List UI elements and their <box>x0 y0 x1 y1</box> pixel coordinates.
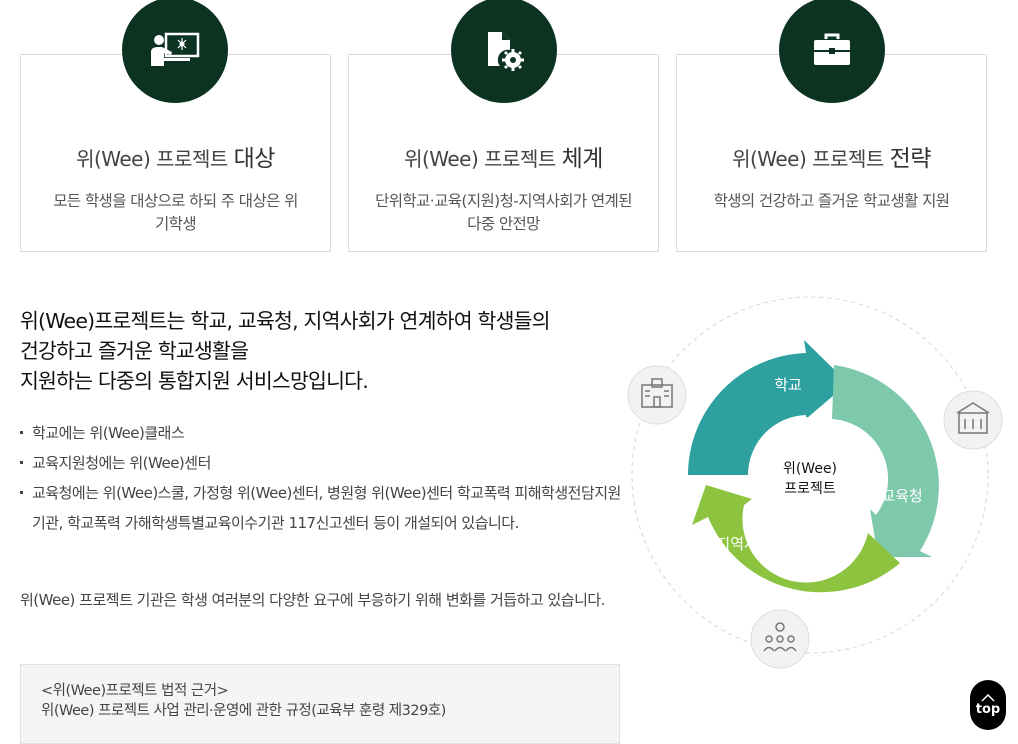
bullet-item: 교육청에는 위(Wee)스쿨, 가정형 위(Wee)센터, 병원형 위(Wee)… <box>20 478 630 538</box>
card-title-prefix: 위(Wee) 프로젝트 <box>732 147 884 171</box>
card-title-emphasis: 전략 <box>889 146 932 172</box>
legal-heading: <위(Wee)프로젝트 법적 근거> <box>41 683 229 699</box>
description-paragraph: 위(Wee) 프로젝트 기관은 학생 여러분의 다양한 요구에 부응하기 위해 … <box>20 591 605 609</box>
center-label-line2: 프로젝트 <box>784 481 836 497</box>
office-building-icon <box>943 390 1003 450</box>
card-icon-circle <box>122 0 228 103</box>
card-title-prefix: 위(Wee) 프로젝트 <box>76 147 228 171</box>
card-title: 위(Wee) 프로젝트 체계 <box>349 139 658 173</box>
segment-label-school: 학교 <box>774 376 802 394</box>
card-icon-circle <box>779 0 885 103</box>
intro-line: 건강하고 즐거운 학교생활을 <box>20 339 249 363</box>
wee-cycle-diagram: 위(Wee) 프로젝트 학교 교육청 지역사회 <box>620 295 1018 685</box>
card-description: 학생의 건강하고 즐거운 학교생활 지원 <box>713 192 950 210</box>
card-title: 위(Wee) 프로젝트 전략 <box>677 139 986 173</box>
legal-basis-box: <위(Wee)프로젝트 법적 근거> 위(Wee) 프로젝트 사업 관리·운영에… <box>20 664 620 744</box>
scroll-top-button[interactable]: top <box>970 680 1006 730</box>
scroll-top-label: top <box>975 701 1001 717</box>
segment-label-education-office: 교육청 <box>881 487 922 505</box>
bullet-item: 학교에는 위(Wee)클래스 <box>20 418 630 448</box>
document-gear-icon <box>488 32 524 71</box>
intro-line: 지원하는 다중의 통합지원 서비스망입니다. <box>20 369 369 393</box>
card-strategy: 위(Wee) 프로젝트 전략 학생의 건강하고 즐거운 학교생활 지원 <box>676 0 987 252</box>
intro-line: 위(Wee)프로젝트는 학교, 교육청, 지역사회가 연계하여 학생들의 <box>20 309 551 333</box>
center-label-line1: 위(Wee) <box>783 461 837 477</box>
card-system: 위(Wee) 프로젝트 체계 단위학교·교육(지원)청-지역사회가 연계된 다중… <box>348 0 659 252</box>
school-building-icon <box>627 365 687 425</box>
bullet-list: 학교에는 위(Wee)클래스 교육지원청에는 위(Wee)센터 교육청에는 위(… <box>20 418 630 538</box>
card-description: 단위학교·교육(지원)청-지역사회가 연계된 다중 안전망 <box>375 192 632 233</box>
bullet-item: 교육지원청에는 위(Wee)센터 <box>20 448 630 478</box>
people-group-icon <box>750 609 810 669</box>
card-title-emphasis: 대상 <box>233 146 276 172</box>
intro-headline: 위(Wee)프로젝트는 학교, 교육청, 지역사회가 연계하여 학생들의 건강하… <box>20 306 630 396</box>
card-title-prefix: 위(Wee) 프로젝트 <box>404 147 556 171</box>
teacher-board-icon <box>151 32 200 66</box>
segment-label-community: 지역사회 <box>716 535 771 553</box>
card-target: 위(Wee) 프로젝트 대상 모든 학생을 대상으로 하되 주 대상은 위기학생 <box>20 0 331 252</box>
card-description: 모든 학생을 대상으로 하되 주 대상은 위기학생 <box>53 192 298 233</box>
legal-text: 위(Wee) 프로젝트 사업 관리·운영에 관한 규정(교육부 훈령 제329호… <box>41 703 446 719</box>
card-icon-circle <box>451 0 557 103</box>
briefcase-icon <box>814 33 850 65</box>
chevron-up-icon <box>981 693 995 702</box>
card-title: 위(Wee) 프로젝트 대상 <box>21 139 330 173</box>
card-title-emphasis: 체계 <box>561 146 604 172</box>
